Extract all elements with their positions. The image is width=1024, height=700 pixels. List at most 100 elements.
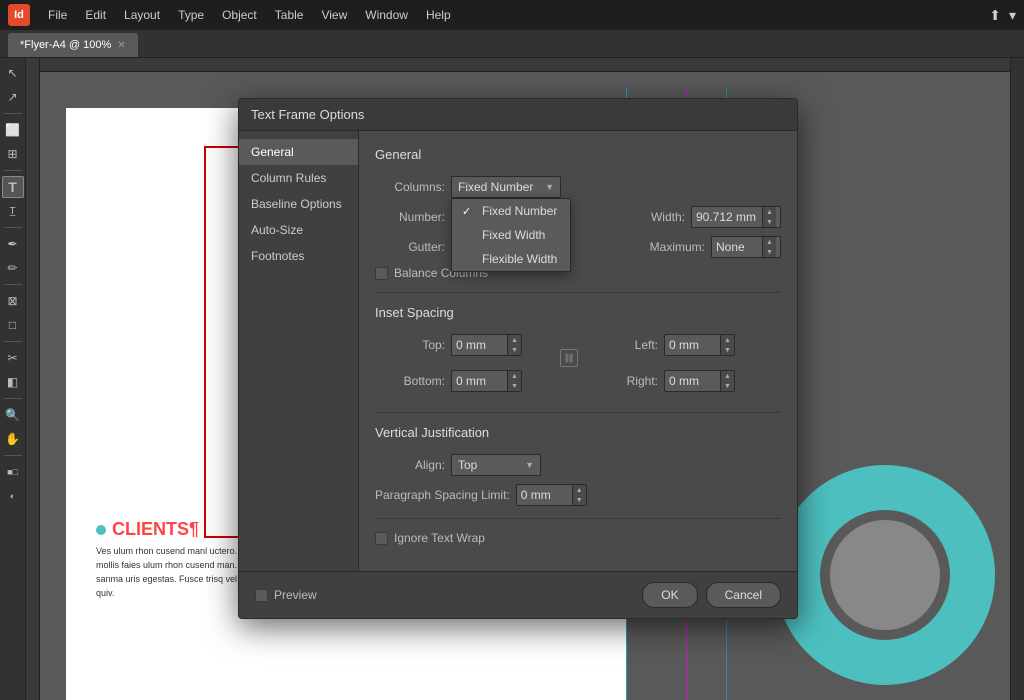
maximum-up-arrow[interactable]: ▲ bbox=[763, 237, 776, 247]
bottom-input[interactable] bbox=[452, 371, 507, 391]
paragraph-spinbox-arrows: ▲ ▼ bbox=[572, 485, 586, 505]
top-spinbox[interactable]: ▲ ▼ bbox=[451, 334, 522, 356]
menu-object[interactable]: Object bbox=[214, 5, 265, 25]
left-spinbox[interactable]: ▲ ▼ bbox=[664, 334, 735, 356]
preview-checkbox[interactable] bbox=[255, 589, 268, 602]
left-down-arrow[interactable]: ▼ bbox=[721, 345, 734, 355]
type-path-tool[interactable]: T̲ bbox=[2, 200, 24, 222]
toolbar-separator-3 bbox=[4, 227, 22, 228]
columns-option-fixed-number[interactable]: ✓ Fixed Number bbox=[452, 199, 570, 223]
right-label: Right: bbox=[588, 374, 658, 388]
maximum-input[interactable] bbox=[712, 237, 762, 257]
tab-close-icon[interactable]: ✕ bbox=[117, 40, 125, 51]
left-row: Left: ▲ ▼ bbox=[588, 334, 781, 356]
gutter-maximum-row: Gutter: ▲ ▼ Maximum: bbox=[375, 236, 781, 258]
bottom-spinbox[interactable]: ▲ ▼ bbox=[451, 370, 522, 392]
zoom-tool[interactable]: 🔍 bbox=[2, 404, 24, 426]
paragraph-spacing-input[interactable] bbox=[517, 485, 572, 505]
top-input[interactable] bbox=[452, 335, 507, 355]
color-mode-widget[interactable]: ◐ bbox=[2, 485, 24, 507]
paragraph-down-arrow[interactable]: ▼ bbox=[573, 495, 586, 505]
left-input[interactable] bbox=[665, 335, 720, 355]
number-width-row: Number: ▲ ▼ Width: bbox=[375, 206, 781, 228]
cancel-button[interactable]: Cancel bbox=[706, 582, 781, 608]
menu-layout[interactable]: Layout bbox=[116, 5, 168, 25]
align-row: Align: Top ▼ bbox=[375, 454, 781, 476]
width-up-arrow[interactable]: ▲ bbox=[763, 207, 776, 217]
menu-table[interactable]: Table bbox=[267, 5, 312, 25]
nav-baseline-options[interactable]: Baseline Options bbox=[239, 191, 358, 217]
dialog-body: General Column Rules Baseline Options Au… bbox=[239, 131, 797, 571]
divider-3 bbox=[375, 518, 781, 519]
menu-help[interactable]: Help bbox=[418, 5, 459, 25]
top-up-arrow[interactable]: ▲ bbox=[508, 335, 521, 345]
bottom-down-arrow[interactable]: ▼ bbox=[508, 381, 521, 391]
gutter-label: Gutter: bbox=[375, 240, 445, 254]
menu-view[interactable]: View bbox=[313, 5, 355, 25]
app-logo: Id bbox=[8, 4, 30, 26]
fill-stroke-widget[interactable]: ■□ bbox=[2, 461, 24, 483]
rect-frame-tool[interactable]: ⊠ bbox=[2, 290, 24, 312]
top-down-arrow[interactable]: ▼ bbox=[508, 345, 521, 355]
text-frame-options-dialog: Text Frame Options General Column Rules … bbox=[238, 98, 798, 619]
columns-option-fixed-width[interactable]: Fixed Width bbox=[452, 223, 570, 247]
hand-tool[interactable]: ✋ bbox=[2, 428, 24, 450]
app-titlebar: Id File Edit Layout Type Object Table Vi… bbox=[0, 0, 1024, 30]
pen-tool[interactable]: ✒ bbox=[2, 233, 24, 255]
menu-file[interactable]: File bbox=[40, 5, 75, 25]
nav-column-rules[interactable]: Column Rules bbox=[239, 165, 358, 191]
type-tool[interactable]: T bbox=[2, 176, 24, 198]
align-dropdown[interactable]: Top ▼ bbox=[451, 454, 541, 476]
paragraph-spacing-spinbox[interactable]: ▲ ▼ bbox=[516, 484, 587, 506]
ignore-text-wrap-row: Ignore Text Wrap bbox=[375, 531, 781, 545]
right-spinbox[interactable]: ▲ ▼ bbox=[664, 370, 735, 392]
right-down-arrow[interactable]: ▼ bbox=[721, 381, 734, 391]
more-icon[interactable]: ▾ bbox=[1009, 7, 1016, 24]
menu-edit[interactable]: Edit bbox=[77, 5, 114, 25]
paragraph-up-arrow[interactable]: ▲ bbox=[573, 485, 586, 495]
columns-option-flexible-width[interactable]: Flexible Width bbox=[452, 247, 570, 271]
align-dropdown-arrow: ▼ bbox=[525, 460, 534, 470]
tab-label: *Flyer-A4 @ 100% bbox=[20, 39, 111, 51]
nav-auto-size[interactable]: Auto-Size bbox=[239, 217, 358, 243]
menu-window[interactable]: Window bbox=[357, 5, 416, 25]
share-icon[interactable]: ⬆ bbox=[989, 7, 1001, 24]
gap-tool[interactable]: ⊞ bbox=[2, 143, 24, 165]
page-tool[interactable]: ⬜ bbox=[2, 119, 24, 141]
maximum-down-arrow[interactable]: ▼ bbox=[763, 247, 776, 257]
columns-row: Columns: Fixed Number ▼ ✓ bbox=[375, 176, 781, 198]
scissors-tool[interactable]: ✂ bbox=[2, 347, 24, 369]
inset-link-icon[interactable]: ⛓ bbox=[560, 349, 578, 367]
nav-general[interactable]: General bbox=[239, 139, 358, 165]
dialog-sidebar: General Column Rules Baseline Options Au… bbox=[239, 131, 359, 571]
gradient-tool[interactable]: ◧ bbox=[2, 371, 24, 393]
bottom-up-arrow[interactable]: ▲ bbox=[508, 371, 521, 381]
ignore-text-wrap-checkbox[interactable] bbox=[375, 532, 388, 545]
pencil-tool[interactable]: ✏ bbox=[2, 257, 24, 279]
bottom-row: Bottom: ▲ ▼ bbox=[375, 370, 568, 392]
width-input[interactable] bbox=[692, 207, 762, 227]
checkmark-icon: ✓ bbox=[462, 205, 476, 218]
inset-spacing-title: Inset Spacing bbox=[375, 305, 781, 320]
rect-tool[interactable]: □ bbox=[2, 314, 24, 336]
ok-button[interactable]: OK bbox=[642, 582, 697, 608]
nav-footnotes[interactable]: Footnotes bbox=[239, 243, 358, 269]
left-label: Left: bbox=[588, 338, 658, 352]
balance-columns-checkbox[interactable] bbox=[375, 267, 388, 280]
width-spinbox[interactable]: ▲ ▼ bbox=[691, 206, 781, 228]
right-up-arrow[interactable]: ▲ bbox=[721, 371, 734, 381]
toolbar-separator-4 bbox=[4, 284, 22, 285]
select-tool[interactable]: ↖ bbox=[2, 62, 24, 84]
direct-select-tool[interactable]: ↗ bbox=[2, 86, 24, 108]
left-up-arrow[interactable]: ▲ bbox=[721, 335, 734, 345]
columns-dropdown[interactable]: Fixed Number ▼ bbox=[451, 176, 561, 198]
dialog-content: General Columns: Fixed Number ▼ bbox=[359, 131, 797, 571]
canvas-area: sen manl uctuer. Nulla luct eas, tau san… bbox=[26, 58, 1010, 700]
menu-type[interactable]: Type bbox=[170, 5, 212, 25]
width-down-arrow[interactable]: ▼ bbox=[763, 217, 776, 227]
right-input[interactable] bbox=[665, 371, 720, 391]
tab-flyer[interactable]: *Flyer-A4 @ 100% ✕ bbox=[8, 33, 138, 57]
right-row: Right: ▲ ▼ bbox=[588, 370, 781, 392]
maximum-spinbox[interactable]: ▲ ▼ bbox=[711, 236, 781, 258]
columns-dropdown-menu: ✓ Fixed Number Fixed Width bbox=[451, 198, 571, 272]
